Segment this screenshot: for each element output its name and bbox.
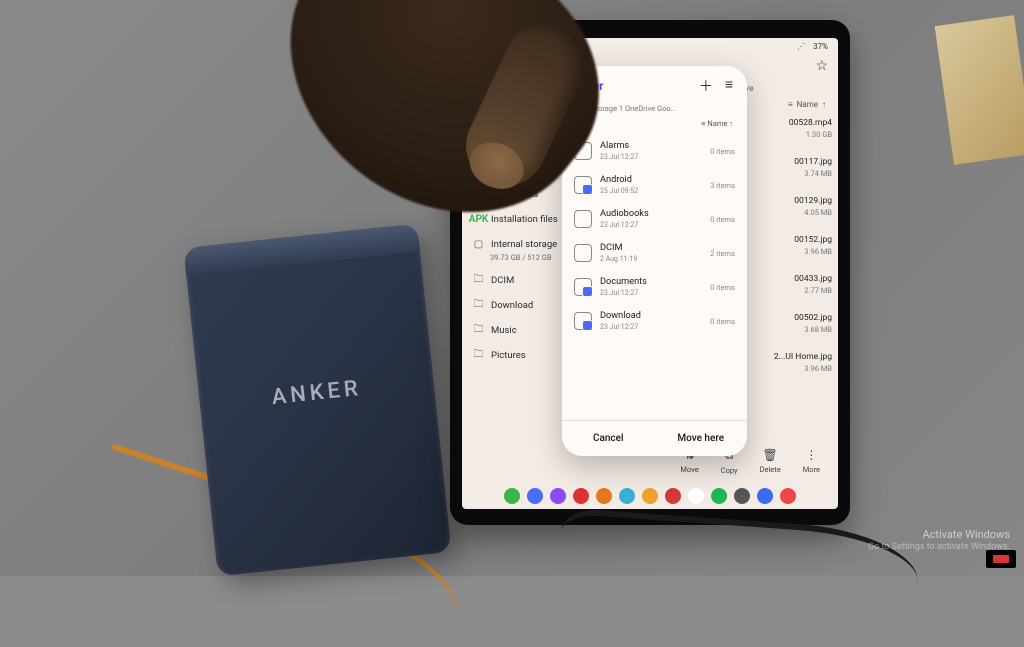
taskbar-app[interactable] — [527, 488, 543, 504]
taskbar-app[interactable] — [780, 488, 796, 504]
action-delete[interactable]: 🗑Delete — [760, 448, 781, 475]
action-more[interactable]: ⋮More — [803, 448, 820, 475]
move-here-button[interactable]: Move here — [655, 421, 748, 456]
file-item[interactable]: 2...UI Home.jpg3.96 MB — [774, 352, 832, 373]
powerbank-brand: ANKER — [271, 376, 363, 410]
taskbar-app[interactable] — [642, 488, 658, 504]
wifi-icon: ⋰ — [797, 42, 805, 51]
taskbar-app[interactable] — [757, 488, 773, 504]
taskbar-app[interactable] — [550, 488, 566, 504]
taskbar-app[interactable] — [573, 488, 589, 504]
taskbar-app[interactable] — [711, 488, 727, 504]
sidebar-item-download[interactable]: 🗀Download — [468, 293, 574, 318]
file-item[interactable]: 00502.jpg3.68 MB — [774, 313, 832, 334]
anker-powerbank: ANKER — [183, 224, 451, 577]
channel-badge — [986, 550, 1016, 568]
taskbar-app[interactable] — [665, 488, 681, 504]
sidebar-item-pictures[interactable]: 🗀Pictures — [468, 343, 574, 368]
file-item[interactable]: 00129.jpg4.05 MB — [774, 196, 832, 217]
folder-item[interactable]: DCIM2 Aug 11:192 items — [562, 236, 747, 270]
file-list: 00528.mp41.30 GB 00117.jpg3.74 MB 00129.… — [774, 118, 832, 391]
folder-item[interactable]: Download23 Jul 12:270 items — [562, 304, 747, 338]
folder-item[interactable]: Documents23 Jul 12:270 items — [562, 270, 747, 304]
folder-item[interactable]: Android25 Jul 09:523 items — [562, 168, 747, 202]
sidebar-item-dcim[interactable]: 🗀DCIM — [468, 268, 574, 293]
file-item[interactable]: 00152.jpg3.96 MB — [774, 235, 832, 256]
folder-item[interactable]: Audiobooks23 Jul 12:270 items — [562, 202, 747, 236]
taskbar-app[interactable] — [619, 488, 635, 504]
battery-percent: 37% — [813, 42, 828, 51]
taskbar-app[interactable] — [734, 488, 750, 504]
new-folder-icon[interactable]: ＋ — [699, 76, 713, 96]
modal-folder-list: Alarms23 Jul 12:270 items Android25 Jul … — [562, 134, 747, 420]
taskbar-app[interactable] — [504, 488, 520, 504]
taskbar-app[interactable] — [688, 488, 704, 504]
view-options-icon[interactable]: ≡ — [725, 76, 733, 96]
file-item[interactable]: 00117.jpg3.74 MB — [774, 157, 832, 178]
file-item[interactable]: 00433.jpg2.77 MB — [774, 274, 832, 295]
cancel-button[interactable]: Cancel — [562, 421, 655, 456]
taskbar-app[interactable] — [596, 488, 612, 504]
folder-item[interactable]: Alarms23 Jul 12:270 items — [562, 134, 747, 168]
taskbar[interactable] — [462, 483, 838, 509]
file-item[interactable]: 00528.mp41.30 GB — [774, 118, 832, 139]
sidebar-item-music[interactable]: 🗀Music — [468, 318, 574, 343]
favorite-icon[interactable]: ☆ — [815, 58, 828, 74]
